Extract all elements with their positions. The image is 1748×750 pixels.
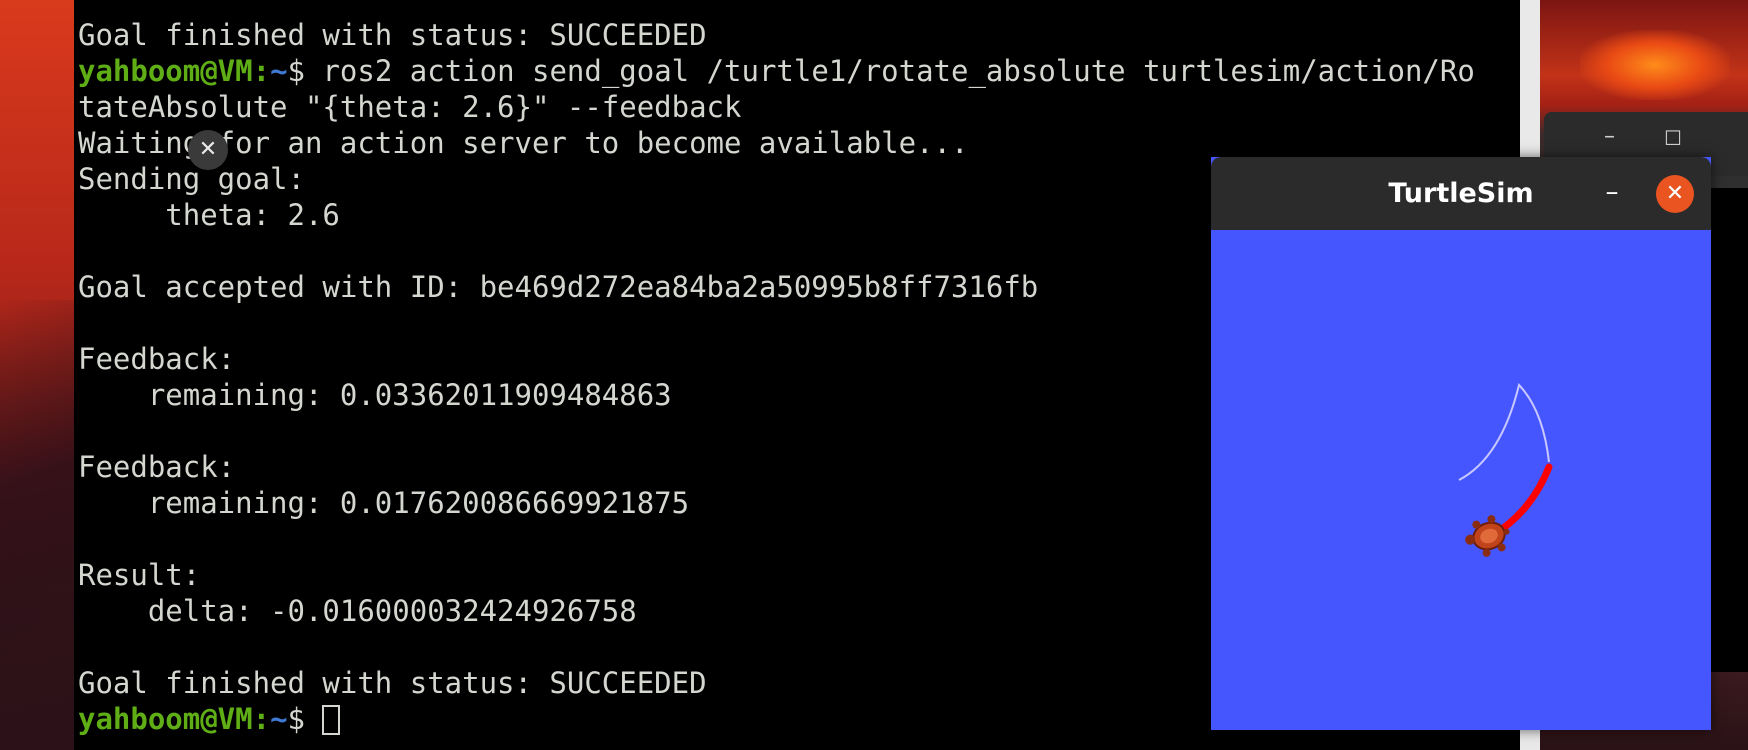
terminal-line: yahboom@VM:~$ ros2 action send_goal /tur… xyxy=(78,53,1475,89)
prompt-user: yahboom@VM xyxy=(78,702,253,736)
terminal-line: Goal finished with status: SUCCEEDED xyxy=(78,17,1475,53)
prompt-user: yahboom@VM xyxy=(78,54,253,88)
terminal-line: tateAbsolute "{theta: 2.6}" --feedback xyxy=(78,89,1475,125)
turtle-trail-svg xyxy=(1458,382,1553,562)
prompt-path: ~ xyxy=(270,54,288,88)
terminal-line: Waiting for an action server to become a… xyxy=(78,125,1475,161)
output-text: tateAbsolute "{theta: 2.6}" --feedback xyxy=(78,90,742,124)
background-maximize-icon[interactable]: ☐ xyxy=(1664,126,1682,150)
turtlesim-window[interactable]: TurtleSim – ✕ xyxy=(1211,157,1711,730)
output-text: remaining: 0.03362011909484863 xyxy=(78,378,672,412)
background-close-icon[interactable]: ✕ xyxy=(188,130,228,170)
prompt-colon: : xyxy=(252,54,271,88)
new-pen-trail xyxy=(1489,463,1553,539)
background-minimize-icon[interactable]: – xyxy=(1604,124,1615,149)
turtlesim-canvas xyxy=(1211,230,1711,730)
output-text: delta: -0.016000032424926758 xyxy=(78,594,637,628)
output-text: Result: xyxy=(78,558,201,592)
old-pen-trail xyxy=(1458,382,1550,481)
prompt-path: ~ xyxy=(270,702,288,736)
output-text: Goal finished with status: SUCCEEDED xyxy=(78,18,707,52)
output-text: Goal finished with status: SUCCEEDED xyxy=(78,666,707,700)
terminal-cursor[interactable] xyxy=(322,705,341,735)
command-text xyxy=(305,702,322,736)
close-icon[interactable]: ✕ xyxy=(1656,175,1694,213)
command-text: ros2 action send_goal /turtle1/rotate_ab… xyxy=(305,54,1475,88)
prompt-symbol: $ xyxy=(287,54,306,88)
turtle-icon[interactable] xyxy=(1460,511,1515,562)
output-text: theta: 2.6 xyxy=(78,198,340,232)
prompt-colon: : xyxy=(252,702,271,736)
output-text: Sending goal: xyxy=(78,162,305,196)
output-text: Feedback: xyxy=(78,342,236,376)
turtlesim-titlebar[interactable]: TurtleSim – ✕ xyxy=(1211,157,1711,230)
minimize-icon[interactable]: – xyxy=(1595,177,1629,211)
prompt-symbol: $ xyxy=(287,702,306,736)
turtlesim-title: TurtleSim xyxy=(1388,178,1534,209)
output-text: Feedback: xyxy=(78,450,236,484)
output-text: remaining: 0.017620086669921875 xyxy=(78,486,690,520)
desktop-wallpaper-left xyxy=(0,0,74,750)
output-text: Goal accepted with ID: be469d272ea84ba2a… xyxy=(78,270,1039,304)
